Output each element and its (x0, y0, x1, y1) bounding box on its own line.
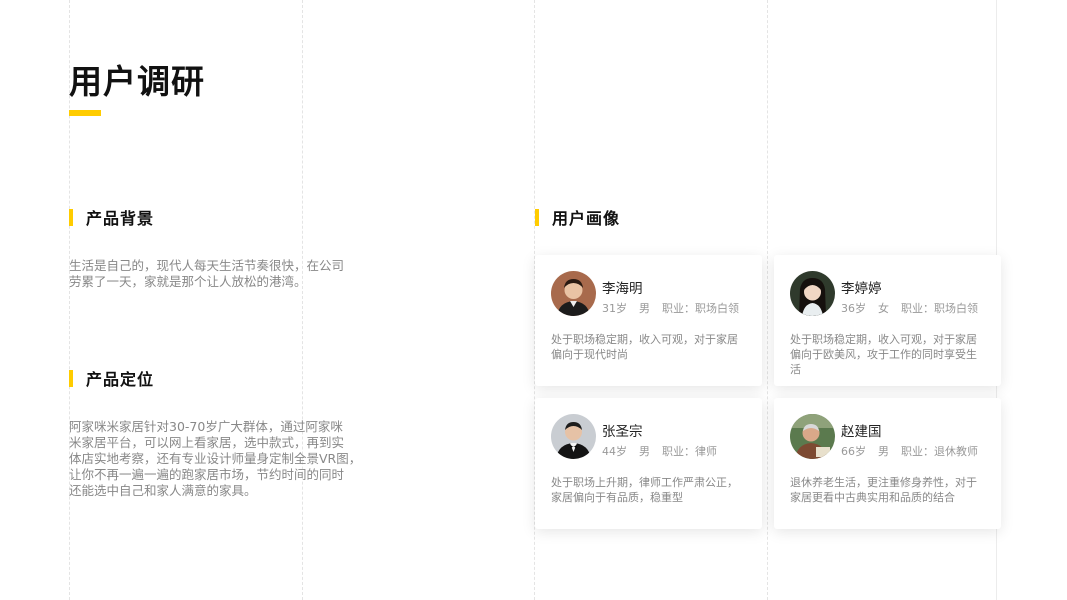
persona-card: 张圣宗 44岁 男 职业：律师 处于职场上升期，律师工作严肃公正， 家居偏向于有… (535, 398, 762, 529)
text-line: 还能选中自己和家人满意的家具。 (69, 483, 257, 498)
section-marker (69, 369, 73, 387)
section-title: 产品背景 (86, 209, 155, 228)
persona-name: 张圣宗 (602, 424, 643, 440)
guide-line (302, 0, 303, 600)
persona-meta: 31岁 男 职业：职场白领 (602, 300, 739, 316)
text-line: 处于职场稳定期，收入可观，对于家居 (790, 333, 977, 346)
persona-description: 退休养老生活，更注重修身养性，对于 家居更看中古典实用和品质的结合 (790, 475, 988, 505)
section-title: 用户画像 (552, 209, 621, 228)
young-man-avatar-icon (551, 271, 596, 316)
text-line: 阿家咪米家居针对30-70岁广大群体，通过阿家咪 (69, 419, 343, 434)
persona-gender: 男 (878, 445, 889, 458)
persona-meta: 36岁 女 职业：职场白领 (841, 300, 978, 316)
persona-card: 李海明 31岁 男 职业：职场白领 处于职场稳定期，收入可观，对于家居 偏向于现… (535, 255, 762, 386)
guide-line (767, 0, 768, 600)
persona-age: 36岁 (841, 302, 866, 315)
positioning-text: 阿家咪米家居针对30-70岁广大群体，通过阿家咪 米家居平台，可以网上看家居，选… (69, 419, 361, 499)
persona-meta: 44岁 男 职业：律师 (602, 443, 717, 459)
section-marker (69, 208, 73, 226)
text-line: 偏向于现代时尚 (551, 348, 628, 361)
text-line: 退休养老生活，更注重修身养性，对于 (790, 476, 977, 489)
persona-description: 处于职场上升期，律师工作严肃公正， 家居偏向于有品质，稳重型 (551, 475, 749, 505)
slide: 用户调研 产品背景 生活是自己的，现代人每天生活节奏很快，在公司 劳累了一天，家… (0, 0, 1067, 600)
text-line: 家居更看中古典实用和品质的结合 (790, 491, 955, 504)
persona-meta: 66岁 男 职业：退休教师 (841, 443, 978, 459)
persona-job: 职业：退休教师 (901, 445, 978, 458)
persona-name: 赵建国 (841, 424, 882, 440)
elderly-man-avatar-icon (790, 414, 835, 459)
page-title: 用户调研 (69, 62, 205, 101)
text-line: 家居偏向于有品质，稳重型 (551, 491, 683, 504)
persona-name: 李海明 (602, 281, 643, 297)
title-underline (69, 110, 101, 116)
section-header-personas: 用户画像 (535, 207, 621, 228)
section-header-background: 产品背景 (69, 207, 155, 228)
persona-gender: 男 (639, 445, 650, 458)
persona-age: 31岁 (602, 302, 627, 315)
persona-age: 66岁 (841, 445, 866, 458)
section-marker (535, 208, 539, 226)
text-line: 处于职场稳定期，收入可观，对于家居 (551, 333, 738, 346)
text-line: 生活是自己的，现代人每天生活节奏很快，在公司 (69, 258, 345, 273)
text-line: 让你不再一遍一遍的跑家居市场，节约时间的同时 (69, 467, 345, 482)
text-line: 体店实地考察，还有专业设计师量身定制全景VR图， (69, 451, 362, 466)
persona-name: 李婷婷 (841, 281, 882, 297)
text-line: 活 (790, 363, 801, 376)
text-line: 偏向于欧美风，攻于工作的同时享受生 (790, 348, 977, 361)
persona-gender: 女 (878, 302, 889, 315)
persona-description: 处于职场稳定期，收入可观，对于家居 偏向于现代时尚 (551, 332, 749, 362)
text-line: 米家居平台，可以网上看家居，选中款式，再到实 (69, 435, 345, 450)
section-title: 产品定位 (86, 370, 155, 389)
persona-job: 职业：职场白领 (662, 302, 739, 315)
persona-job: 职业：律师 (662, 445, 717, 458)
persona-job: 职业：职场白领 (901, 302, 978, 315)
text-line: 劳累了一天，家就是那个让人放松的港湾。 (69, 274, 307, 289)
background-text: 生活是自己的，现代人每天生活节奏很快，在公司 劳累了一天，家就是那个让人放松的港… (69, 258, 344, 290)
man-in-suit-avatar-icon (551, 414, 596, 459)
persona-card: 李婷婷 36岁 女 职业：职场白领 处于职场稳定期，收入可观，对于家居 偏向于欧… (774, 255, 1001, 386)
persona-age: 44岁 (602, 445, 627, 458)
text-line: 处于职场上升期，律师工作严肃公正， (551, 476, 738, 489)
persona-gender: 男 (639, 302, 650, 315)
woman-avatar-icon (790, 271, 835, 316)
section-header-positioning: 产品定位 (69, 368, 155, 389)
persona-description: 处于职场稳定期，收入可观，对于家居 偏向于欧美风，攻于工作的同时享受生 活 (790, 332, 988, 377)
persona-card: 赵建国 66岁 男 职业：退休教师 退休养老生活，更注重修身养性，对于 家居更看… (774, 398, 1001, 529)
